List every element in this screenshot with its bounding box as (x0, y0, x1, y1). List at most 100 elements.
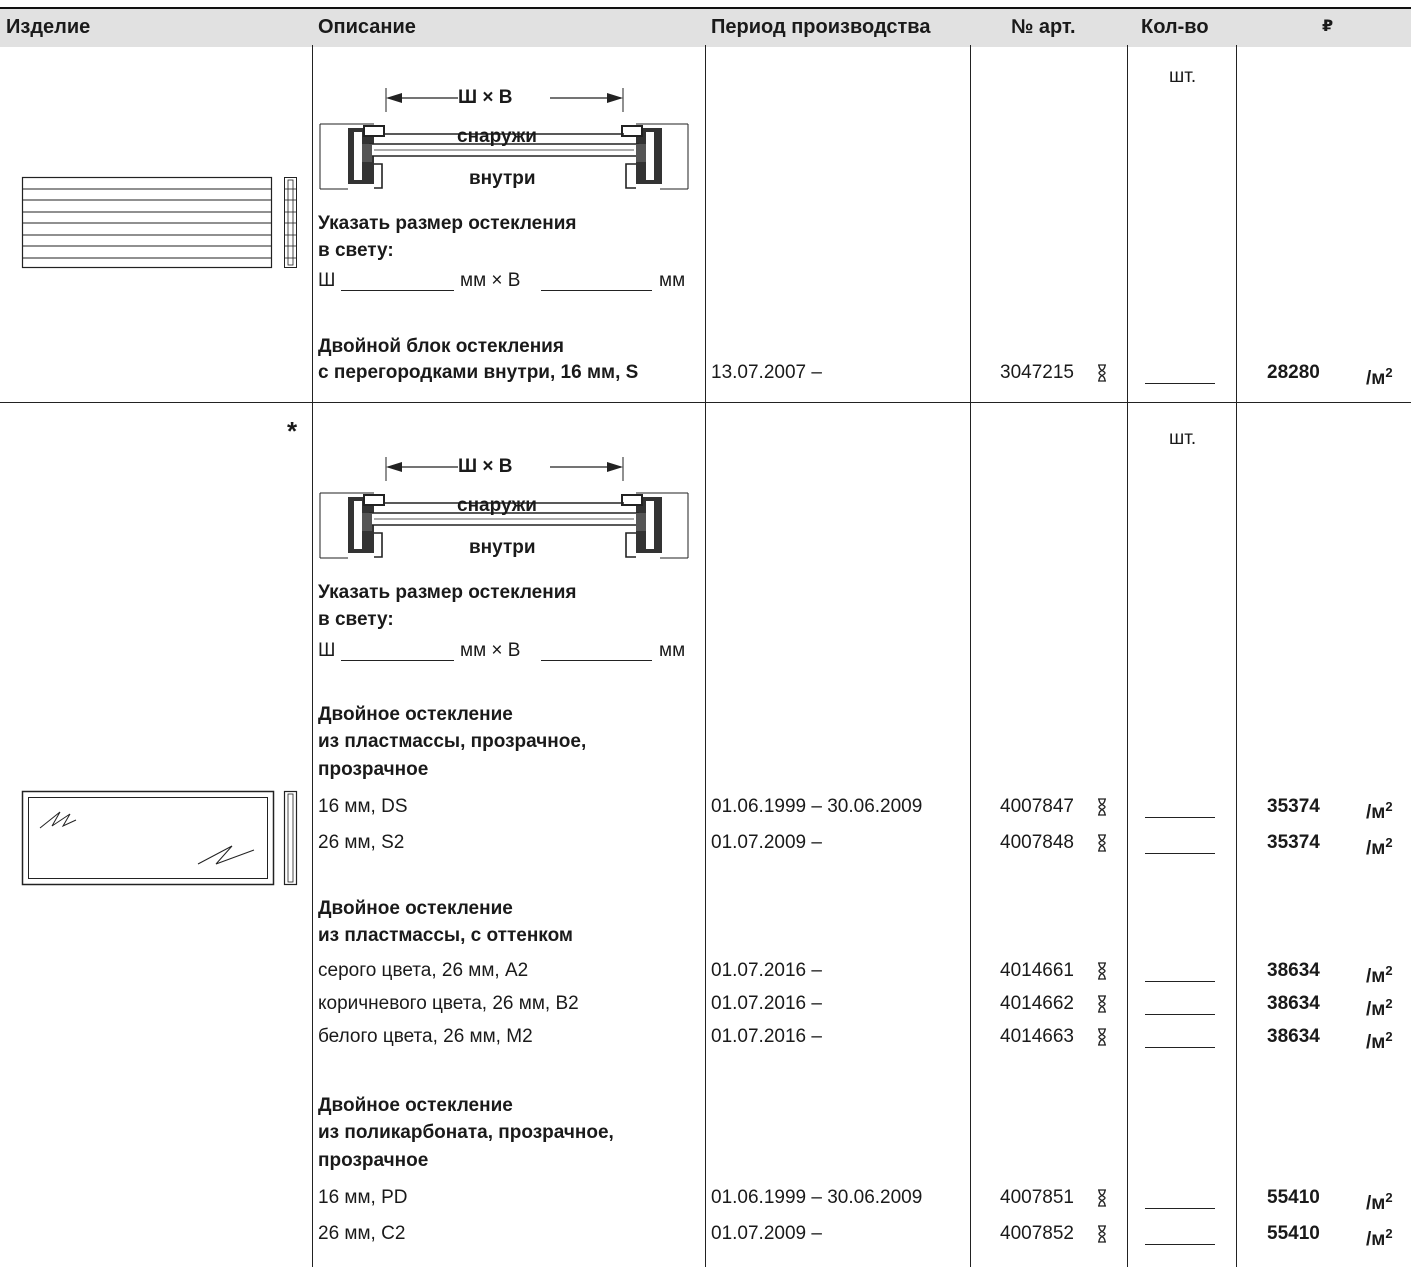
mm-by-height-label: мм × В (460, 270, 521, 291)
unit-per-m2: /м2 (1366, 996, 1393, 1020)
width-label: Ш (318, 640, 336, 661)
article-number: 4014661 (1000, 960, 1074, 981)
diagram-outside-label: снаружи (457, 126, 537, 147)
header-description: Описание (318, 16, 416, 38)
variant-desc: белого цвета, 26 мм, M2 (318, 1026, 533, 1047)
period: 01.06.1999 – 30.06.2009 (711, 1187, 923, 1208)
col-divider (1127, 45, 1128, 1267)
period: 13.07.2007 – (711, 362, 822, 383)
price: 28280 (1267, 362, 1320, 383)
qty-input-line[interactable] (1145, 1047, 1215, 1048)
article-number: 4007852 (1000, 1223, 1074, 1244)
article-number: 4007851 (1000, 1187, 1074, 1208)
hourglass-icon (1098, 834, 1106, 852)
article-number: 4007847 (1000, 796, 1074, 817)
price: 35374 (1267, 796, 1320, 817)
col-divider (1236, 45, 1237, 1267)
header-price: ₽ (1322, 18, 1334, 35)
width-input-line[interactable] (341, 290, 454, 291)
qty-input-line[interactable] (1145, 1208, 1215, 1209)
plastic-glazing-thumbnail (21, 790, 298, 886)
specify-size-line2: в свету: (318, 240, 394, 261)
qty-input-line[interactable] (1145, 817, 1215, 818)
width-input-line[interactable] (341, 660, 454, 661)
header-article: № арт. (1011, 16, 1076, 38)
unit-per-m2: /м2 (1366, 963, 1393, 987)
price: 55410 (1267, 1223, 1320, 1244)
col-divider (970, 45, 971, 1267)
diagram-inside-label: внутри (469, 168, 536, 189)
variant-desc: серого цвета, 26 мм, A2 (318, 960, 529, 981)
header-period: Период производства (711, 16, 931, 38)
article-number: 4014663 (1000, 1026, 1074, 1047)
hourglass-icon (1098, 364, 1106, 382)
article-number: 4014662 (1000, 993, 1074, 1014)
specify-size-line2: в свету: (318, 609, 394, 630)
period: 01.07.2009 – (711, 1223, 822, 1244)
specify-size-line1: Указать размер остекления (318, 213, 577, 234)
qty-input-line[interactable] (1145, 1014, 1215, 1015)
unit-per-m2: /м2 (1366, 1029, 1393, 1053)
header-qty: Кол-во (1141, 16, 1209, 38)
group-title: из пластмассы, прозрачное, (318, 731, 587, 752)
height-input-line[interactable] (541, 290, 652, 291)
hourglass-icon (1098, 1028, 1106, 1046)
variant-desc: 26 мм, C2 (318, 1223, 406, 1244)
price: 55410 (1267, 1187, 1320, 1208)
group-title: прозрачное (318, 759, 429, 780)
price: 38634 (1267, 1026, 1320, 1047)
hourglass-icon (1098, 995, 1106, 1013)
unit-per-m2: /м2 (1366, 799, 1393, 823)
unit-per-m2: /м2 (1366, 1190, 1393, 1214)
group-title: Двойное остекление (318, 898, 513, 919)
period: 01.07.2016 – (711, 1026, 822, 1047)
variant-desc: 16 мм, DS (318, 796, 408, 817)
hourglass-icon (1098, 1189, 1106, 1207)
col-divider (312, 45, 313, 1267)
col-divider (705, 45, 706, 1267)
qty-input-line[interactable] (1145, 853, 1215, 854)
group-title: Двойное остекление (318, 704, 513, 725)
period: 01.06.1999 – 30.06.2009 (711, 796, 923, 817)
variant-desc: коричневого цвета, 26 мм, B2 (318, 993, 579, 1014)
star-marker: * (287, 416, 298, 446)
mm-label: мм (659, 640, 686, 661)
diagram-inside-label: внутри (469, 537, 536, 558)
height-input-line[interactable] (541, 660, 652, 661)
unit-per-m2: /м2 (1366, 835, 1393, 859)
qty-input-line[interactable] (1145, 383, 1215, 384)
mm-by-height-label: мм × В (460, 640, 521, 661)
specify-size-line1: Указать размер остекления (318, 582, 577, 603)
period: 01.07.2016 – (711, 993, 822, 1014)
unit-per-m2: /м2 (1366, 365, 1393, 389)
variant-desc: 16 мм, PD (318, 1187, 408, 1208)
qty-input-line[interactable] (1145, 1244, 1215, 1245)
header-product: Изделие (6, 16, 91, 38)
unit-per-m2: /м2 (1366, 1226, 1393, 1250)
group-title: из пластмассы, с оттенком (318, 925, 573, 946)
price: 38634 (1267, 993, 1320, 1014)
group-title: прозрачное (318, 1150, 429, 1171)
price: 35374 (1267, 832, 1320, 853)
hourglass-icon (1098, 1225, 1106, 1243)
price: 38634 (1267, 960, 1320, 981)
diagram-dim-label: Ш × В (458, 87, 513, 108)
diagram-dim-label: Ш × В (458, 456, 513, 477)
qty-unit: шт. (1169, 66, 1197, 87)
group-title: из поликарбоната, прозрачное, (318, 1122, 614, 1143)
diagram-outside-label: снаружи (457, 495, 537, 516)
section-title: Двойной блок остекления (318, 336, 564, 357)
variant-desc: 26 мм, S2 (318, 832, 405, 853)
group-title: Двойное остекление (318, 1095, 513, 1116)
qty-unit: шт. (1169, 428, 1197, 449)
hourglass-icon (1098, 962, 1106, 980)
article-number: 3047215 (1000, 362, 1074, 383)
period: 01.07.2009 – (711, 832, 822, 853)
qty-input-line[interactable] (1145, 981, 1215, 982)
row-divider (0, 402, 1411, 403)
article-number: 4007848 (1000, 832, 1074, 853)
period: 01.07.2016 – (711, 960, 822, 981)
width-label: Ш (318, 270, 336, 291)
glazing-bars-thumbnail (21, 176, 297, 269)
mm-label: мм (659, 270, 686, 291)
